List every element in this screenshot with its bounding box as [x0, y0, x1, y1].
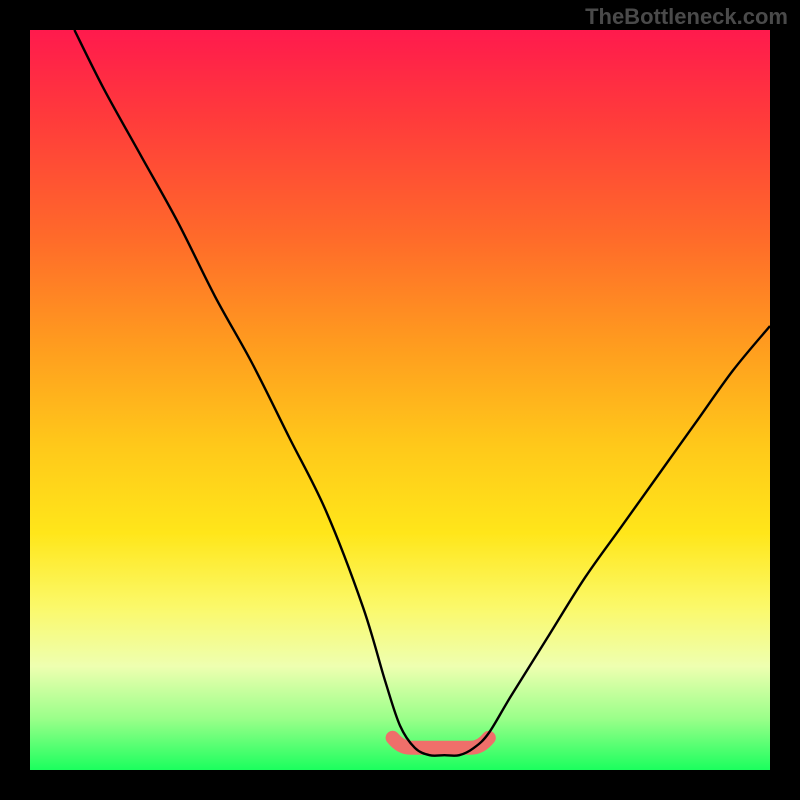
bottleneck-curve [74, 30, 770, 756]
curve-layer [30, 30, 770, 770]
plot-area [30, 30, 770, 770]
chart-frame: TheBottleneck.com [0, 0, 800, 800]
watermark-text: TheBottleneck.com [585, 4, 788, 30]
